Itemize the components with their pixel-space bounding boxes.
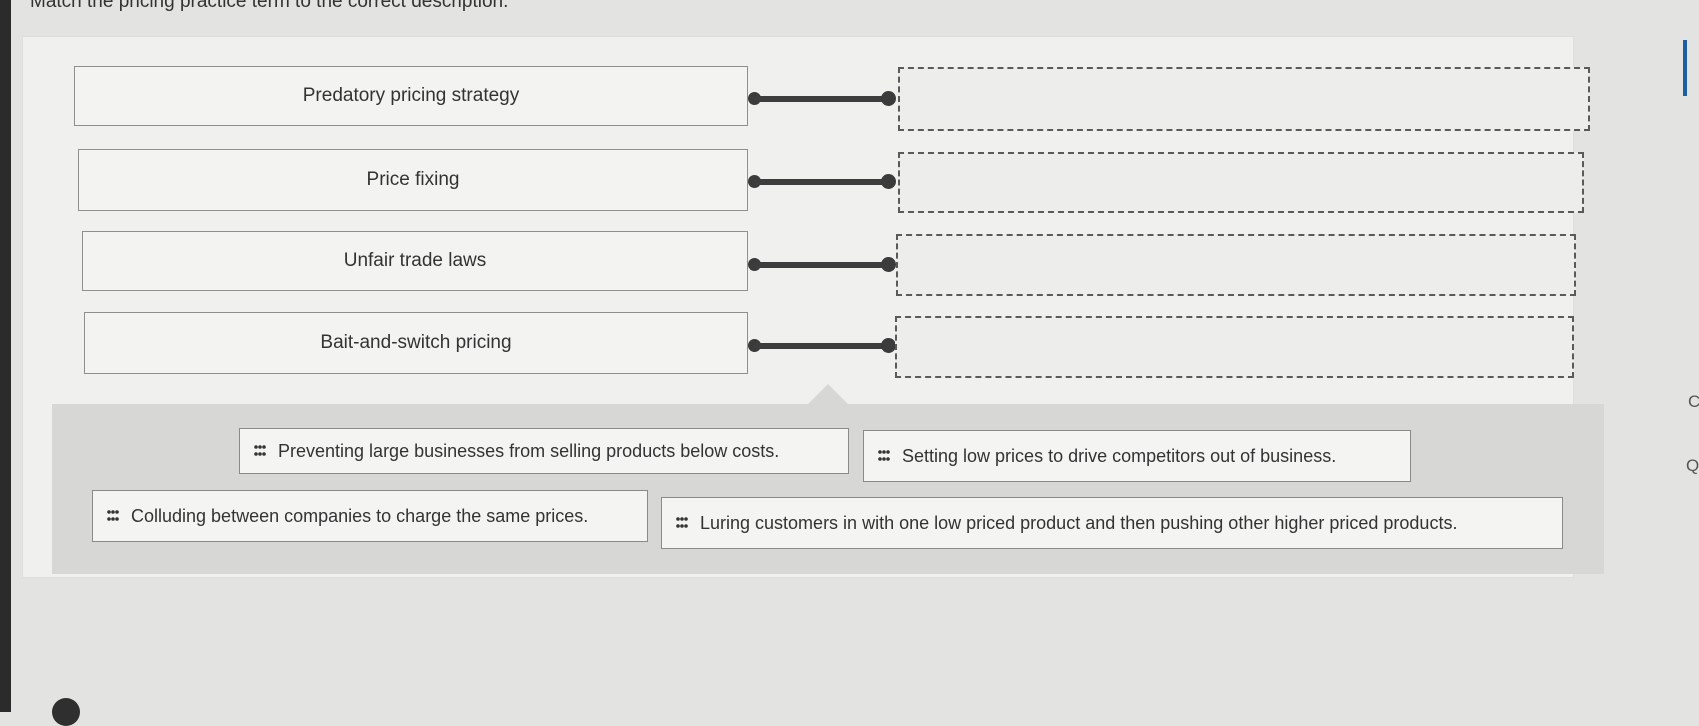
term-label: Predatory pricing strategy [302,85,520,106]
answer-choice-chip[interactable]: Colluding between companies to charge th… [92,490,648,542]
term-box: Predatory pricing strategy [74,66,748,126]
term-label: Unfair trade laws [343,250,487,271]
connector-icon[interactable] [748,87,898,111]
side-tab-marker [1683,40,1687,96]
term-box: Unfair trade laws [82,231,748,291]
info-icon [52,698,80,726]
answer-choice-text: Preventing large businesses from selling… [278,440,780,461]
drag-grip-icon[interactable] [107,510,119,522]
answer-drop-zone[interactable] [898,67,1590,131]
answer-choice-chip[interactable]: Preventing large businesses from selling… [239,428,849,474]
answer-drop-zone[interactable] [895,316,1574,378]
drag-grip-icon[interactable] [676,517,688,529]
connector-icon[interactable] [748,170,898,194]
drag-grip-icon[interactable] [878,450,890,462]
answer-choice-text: Setting low prices to drive competitors … [902,445,1337,466]
drag-grip-icon[interactable] [254,445,266,457]
answer-choice-text: Luring customers in with one low priced … [700,512,1458,533]
answer-bank-pointer [808,384,848,404]
answer-drop-zone[interactable] [896,234,1576,296]
answer-choice-text: Colluding between companies to charge th… [131,505,589,526]
answer-drop-zone[interactable] [898,152,1584,213]
side-letter: C [1688,392,1699,411]
connector-icon[interactable] [748,334,898,358]
term-label: Bait-and-switch pricing [320,332,512,353]
left-screen-edge [0,0,11,712]
answer-choice-chip[interactable]: Luring customers in with one low priced … [661,497,1563,549]
connector-icon[interactable] [748,253,898,277]
term-box: Bait-and-switch pricing [84,312,748,374]
term-label: Price fixing [366,169,460,190]
question-instruction: Match the pricing practice term to the c… [30,0,509,12]
side-letter: Q [1686,456,1699,475]
term-box: Price fixing [78,149,748,211]
answer-choice-chip[interactable]: Setting low prices to drive competitors … [863,430,1411,482]
